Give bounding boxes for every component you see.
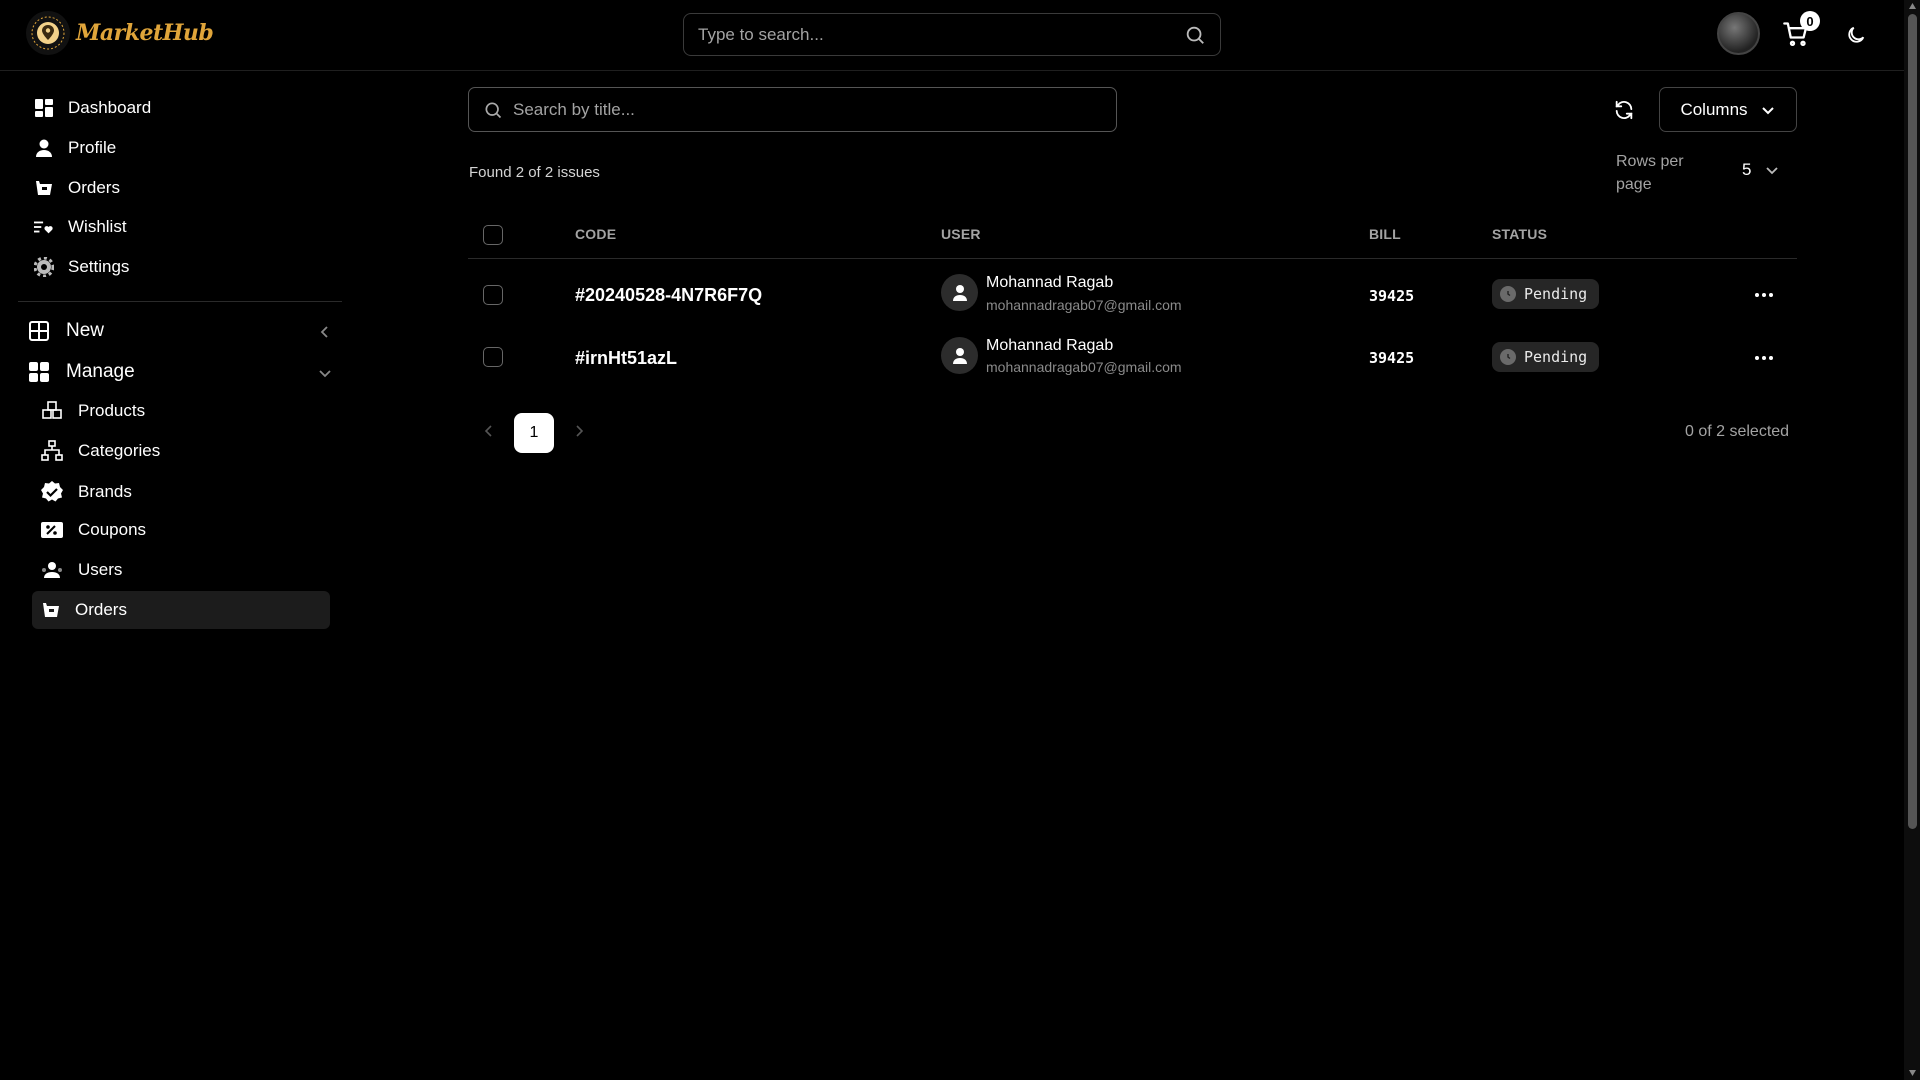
sidebar-item-profile[interactable]: Profile (34, 138, 116, 158)
user-avatar-icon (941, 337, 978, 374)
order-code[interactable]: #20240528-4N7R6F7Q (575, 285, 762, 306)
coupons-icon (40, 520, 64, 540)
user-email: mohannadragab07@gmail.com (986, 297, 1182, 313)
sidebar-item-label: Wishlist (68, 217, 127, 236)
chevron-down-icon (1760, 102, 1776, 118)
user-email: mohannadragab07@gmail.com (986, 359, 1182, 375)
search-icon[interactable] (1184, 24, 1206, 46)
status-badge: Pending (1492, 279, 1600, 309)
refresh-icon[interactable] (1613, 99, 1635, 121)
global-search-input[interactable]: Type to search... (683, 13, 1221, 56)
brands-icon (40, 480, 64, 504)
sidebar-item-users[interactable]: Users (40, 560, 122, 580)
title-search-input[interactable]: Search by title... (468, 87, 1117, 132)
dark-mode-toggle-icon[interactable] (1845, 24, 1867, 46)
brand-logo[interactable]: MarketHub (26, 11, 214, 55)
orders-icon (34, 178, 54, 198)
user-avatar-icon (941, 274, 978, 311)
orders-icon (41, 600, 61, 620)
column-header-user[interactable]: USER (941, 226, 981, 242)
next-page-icon[interactable] (574, 424, 584, 438)
status-badge: Pending (1492, 342, 1600, 372)
cart-count-badge: 0 (1800, 11, 1820, 31)
row-checkbox[interactable] (483, 285, 503, 305)
scrollbar-thumb[interactable] (1908, 14, 1917, 829)
sidebar-item-wishlist[interactable]: Wishlist (34, 217, 127, 237)
user-avatar[interactable] (1717, 12, 1760, 55)
sidebar-group-label: New (66, 320, 105, 341)
brand-name: MarketHub (76, 20, 214, 46)
sidebar-item-label: Brands (78, 482, 132, 501)
sidebar-item-label: Orders (75, 600, 127, 619)
sidebar-item-settings[interactable]: Settings (34, 257, 129, 277)
sidebar-group-manage[interactable]: Manage (28, 361, 135, 383)
sidebar-group-label: Manage (66, 361, 135, 382)
select-all-checkbox[interactable] (483, 225, 503, 245)
dashboard-icon (34, 98, 54, 118)
clock-icon (1500, 286, 1516, 302)
chevron-left-icon[interactable] (318, 325, 332, 339)
top-header: MarketHub Type to search... 0 (0, 0, 1904, 71)
previous-page-icon[interactable] (484, 424, 494, 438)
user-name: Mohannad Ragab (986, 337, 1114, 354)
user-name: Mohannad Ragab (986, 274, 1114, 291)
scroll-down-arrow-icon[interactable] (1908, 1069, 1917, 1077)
new-grid-icon (28, 320, 50, 342)
order-bill: 39425 (1369, 287, 1415, 305)
sidebar-item-dashboard[interactable]: Dashboard (34, 98, 151, 118)
sidebar-item-label: Categories (78, 441, 161, 460)
sidebar-item-label: Dashboard (68, 98, 152, 117)
chevron-down-icon[interactable] (318, 366, 332, 380)
table-header-divider (468, 258, 1797, 259)
sidebar-group-new[interactable]: New (28, 320, 104, 342)
column-header-bill[interactable]: BILL (1369, 226, 1401, 242)
rows-per-page-select[interactable]: 5 (1742, 160, 1779, 180)
wishlist-icon (34, 217, 54, 237)
columns-label: Columns (1680, 99, 1748, 119)
sidebar-item-orders[interactable]: Orders (34, 178, 120, 198)
status-text: Pending (1524, 348, 1588, 366)
sidebar-item-products[interactable]: Products (40, 400, 145, 422)
sidebar-item-label: Users (78, 560, 123, 579)
gear-icon (34, 257, 54, 277)
more-actions-icon[interactable] (1754, 292, 1774, 298)
column-header-code[interactable]: CODE (575, 226, 616, 242)
chevron-down-icon (1765, 163, 1779, 177)
user-icon (34, 138, 54, 158)
rows-per-page-label: Rows per page (1616, 153, 1684, 193)
column-header-status[interactable]: STATUS (1492, 226, 1547, 242)
logo-emblem-icon (26, 11, 70, 55)
columns-button[interactable]: Columns (1659, 87, 1797, 132)
row-checkbox[interactable] (483, 347, 503, 367)
rows-per-page-value: 5 (1742, 160, 1752, 179)
selection-count: 0 of 2 selected (1685, 423, 1790, 440)
sidebar-item-label: Settings (68, 257, 130, 276)
sidebar-item-coupons[interactable]: Coupons (40, 520, 146, 540)
scroll-up-arrow-icon[interactable] (1908, 2, 1917, 10)
clock-icon (1500, 349, 1516, 365)
sidebar-item-label: Products (78, 401, 146, 420)
sidebar-item-label: Coupons (78, 520, 147, 539)
users-icon (40, 560, 64, 580)
manage-grid-icon (28, 361, 50, 383)
sidebar-item-label: Orders (68, 178, 120, 197)
page-button-current[interactable]: 1 (514, 413, 554, 453)
order-code[interactable]: #irnHt51azL (575, 348, 677, 369)
results-count: Found 2 of 2 issues (469, 164, 600, 181)
sidebar-item-brands[interactable]: Brands (40, 480, 132, 504)
search-icon (483, 100, 503, 120)
title-search-placeholder: Search by title... (513, 99, 635, 119)
sidebar-item-categories[interactable]: Categories (40, 440, 160, 462)
products-icon (40, 400, 64, 422)
sidebar-item-label: Profile (68, 138, 117, 157)
status-text: Pending (1524, 285, 1588, 303)
sidebar-item-orders-active[interactable]: Orders (32, 591, 330, 629)
order-bill: 39425 (1369, 349, 1415, 367)
sidebar-divider (18, 301, 342, 302)
global-search-placeholder: Type to search... (698, 24, 824, 44)
categories-icon (40, 440, 64, 462)
more-actions-icon[interactable] (1754, 355, 1774, 361)
